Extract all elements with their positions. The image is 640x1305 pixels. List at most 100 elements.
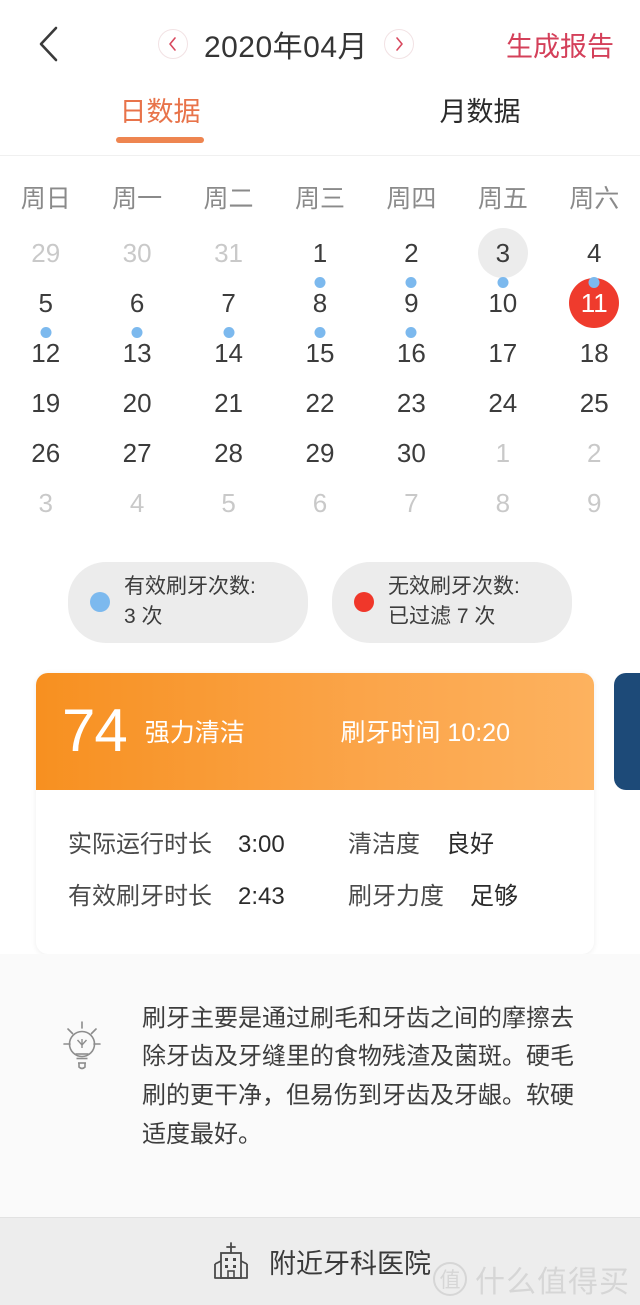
calendar-day-number: 3	[495, 238, 511, 268]
generate-report-button[interactable]: 生成报告	[500, 25, 614, 64]
calendar-day-cell[interactable]: 3	[0, 478, 91, 528]
calendar-day-cell[interactable]: 21	[183, 378, 274, 428]
calendar-day-cell[interactable]: 1	[274, 228, 365, 288]
next-month-button[interactable]	[384, 29, 415, 59]
calendar-day[interactable]: 18	[569, 328, 619, 378]
valid-brush-pill[interactable]: 有效刷牙次数: 3 次	[68, 562, 308, 643]
calendar-day-cell[interactable]: 25	[549, 378, 640, 428]
calendar-day-cell[interactable]: 18	[549, 328, 640, 378]
calendar-day[interactable]: 28	[204, 428, 254, 478]
tab-daily-data[interactable]: 日数据	[0, 88, 320, 143]
calendar-day[interactable]: 19	[21, 378, 71, 428]
weekday-label: 周六	[569, 185, 620, 213]
calendar-day[interactable]: 6	[295, 478, 345, 528]
calendar-day-cell[interactable]: 5	[183, 478, 274, 528]
weekday-cell: 周四	[366, 170, 457, 228]
calendar-day[interactable]: 8	[478, 478, 528, 528]
calendar-day[interactable]: 3	[477, 228, 528, 288]
calendar-day-number: 30	[122, 238, 152, 268]
calendar-day-number: 11	[580, 288, 608, 318]
tab-bar: 日数据 月数据	[0, 88, 640, 156]
calendar-day-cell[interactable]: 27	[91, 428, 182, 478]
brush-record-dot	[314, 277, 326, 288]
calendar-day-cell[interactable]: 23	[366, 378, 457, 428]
calendar-day-cell[interactable]: 2	[549, 428, 640, 478]
calendar-day-cell[interactable]: 20	[91, 378, 182, 428]
prev-month-button[interactable]	[157, 29, 188, 59]
calendar-day[interactable]: 3	[21, 478, 71, 528]
calendar-day-cell[interactable]: 9	[549, 478, 640, 528]
calendar-day-cell[interactable]: 24	[457, 378, 548, 428]
calendar-day-cell[interactable]: 5	[0, 278, 91, 338]
calendar-day[interactable]: 23	[386, 378, 436, 428]
calendar-day-cell[interactable]: 6	[91, 278, 182, 338]
calendar-day[interactable]: 22	[295, 378, 345, 428]
back-button[interactable]	[26, 21, 72, 67]
calendar-day-cell[interactable]: 7	[183, 278, 274, 338]
calendar-day[interactable]: 9	[569, 478, 619, 528]
calendar-day-number: 20	[122, 388, 152, 418]
calendar-day[interactable]: 1	[478, 428, 528, 478]
calendar-day-number: 24	[488, 388, 518, 418]
brush-record-dot	[131, 327, 143, 338]
calendar-day-cell[interactable]: 4	[91, 478, 182, 528]
calendar-day[interactable]: 29	[295, 428, 345, 478]
calendar-day-cell[interactable]: 30	[91, 228, 182, 278]
detail-cleanliness-value: 良好	[446, 831, 494, 859]
calendar-day[interactable]: 29	[21, 228, 71, 278]
calendar-day-cell[interactable]: 1	[457, 428, 548, 478]
calendar-day[interactable]: 20	[112, 378, 162, 428]
calendar-day-cell[interactable]: 8	[457, 478, 548, 528]
invalid-brush-title: 无效刷牙次数:	[388, 575, 520, 598]
calendar-day-cell[interactable]: 30	[366, 428, 457, 478]
calendar-day-number: 6	[312, 488, 328, 518]
calendar-day-cell[interactable]: 3	[457, 228, 548, 288]
calendar-day-cell[interactable]: 19	[0, 378, 91, 428]
calendar-day[interactable]: 27	[112, 428, 162, 478]
calendar-day[interactable]: 17	[478, 328, 528, 378]
calendar-day-cell[interactable]: 22	[274, 378, 365, 428]
calendar-day-cell[interactable]: 2	[366, 228, 457, 288]
calendar-day-cell[interactable]: 28	[183, 428, 274, 478]
calendar-day[interactable]: 30	[112, 228, 162, 278]
calendar-day[interactable]: 30	[386, 428, 436, 478]
detail-cleanliness: 清洁度 良好	[348, 824, 594, 859]
tab-monthly-data-label: 月数据	[439, 97, 521, 127]
calendar-day-cell[interactable]: 7	[366, 478, 457, 528]
calendar-day-cell[interactable]: 17	[457, 328, 548, 378]
calendar-day-cell[interactable]: 29	[274, 428, 365, 478]
blue-dot-icon	[90, 592, 110, 613]
calendar-day[interactable]: 21	[204, 378, 254, 428]
calendar-day[interactable]: 2	[569, 428, 619, 478]
calendar-day-cell[interactable]: 29	[0, 228, 91, 278]
detail-effective-time-value: 2:43	[238, 883, 285, 911]
detail-cleanliness-label: 清洁度	[348, 831, 420, 859]
calendar-day-cell[interactable]: 4	[549, 228, 640, 288]
invalid-brush-value: 已过滤 7 次	[388, 605, 496, 629]
brush-record-dot	[223, 327, 235, 338]
calendar-day[interactable]: 7	[204, 278, 254, 338]
calendar-day-cell[interactable]: 31	[183, 228, 274, 278]
record-card-carousel[interactable]: 74 强力清洁 刷牙时间 10:20 实际运行时长 3:00 清洁度 良好 有效…	[0, 664, 640, 954]
calendar-day[interactable]: 24	[478, 378, 528, 428]
calendar-day[interactable]: 25	[569, 378, 619, 428]
top-bar: 2020年04月 生成报告	[0, 0, 640, 88]
calendar-day[interactable]: 1	[295, 228, 345, 288]
calendar-day-cell[interactable]: 26	[0, 428, 91, 478]
calendar-day[interactable]: 2	[386, 228, 436, 288]
tab-monthly-data[interactable]: 月数据	[320, 88, 640, 129]
calendar-day[interactable]: 6	[112, 278, 162, 338]
calendar-day[interactable]: 4	[569, 228, 619, 288]
invalid-brush-pill[interactable]: 无效刷牙次数: 已过滤 7 次	[332, 562, 572, 643]
calendar-day[interactable]: 5	[204, 478, 254, 528]
calendar-day[interactable]: 26	[21, 428, 71, 478]
calendar-day[interactable]: 7	[386, 478, 436, 528]
calendar-day[interactable]: 31	[204, 228, 254, 278]
next-record-card-peek[interactable]	[614, 672, 640, 790]
calendar-day[interactable]: 5	[21, 278, 71, 338]
calendar-day-cell[interactable]: 6	[274, 478, 365, 528]
app-screen: 2020年04月 生成报告 日数据 月数据 周日 周一 周二 周三 周四 周五 …	[0, 0, 640, 1305]
calendar-day[interactable]: 4	[112, 478, 162, 528]
weekday-cell: 周一	[91, 170, 182, 228]
record-card[interactable]: 74 强力清洁 刷牙时间 10:20 实际运行时长 3:00 清洁度 良好 有效…	[36, 672, 594, 954]
